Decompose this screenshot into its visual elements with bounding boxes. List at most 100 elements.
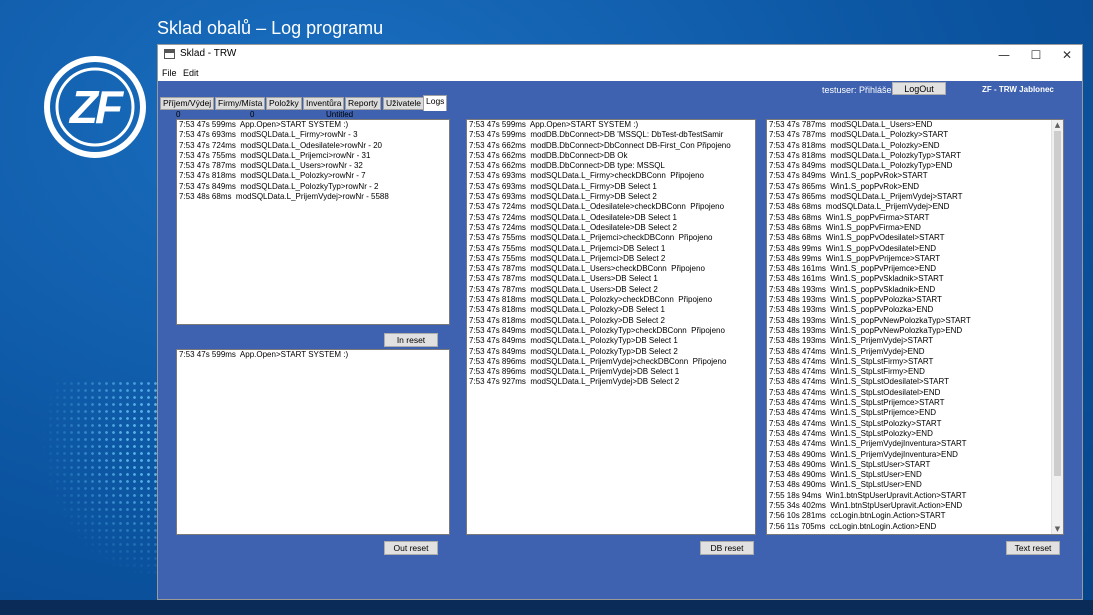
text-log-line: 7:53 48s 490ms Win1.S_StpLstUser>START (769, 459, 931, 469)
text-log-scrollbar[interactable]: ▲ ▼ (1051, 120, 1063, 534)
in-log-line: 7:53 47s 818ms modSQLData.L_Polozky>rowN… (179, 171, 366, 181)
logout-button[interactable]: LogOut (892, 82, 946, 95)
counter-middle: 0 (250, 110, 255, 119)
out-reset-button[interactable]: Out reset (384, 541, 438, 555)
text-log-line: 7:55 34s 402ms Win1.btnStpUserUpravit.Ac… (769, 500, 963, 510)
text-log-line: 7:53 48s 474ms Win1.S_PrijemVydejInventu… (769, 439, 967, 449)
counter-label: Untitled (326, 110, 354, 119)
text-reset-button[interactable]: Text reset (1006, 541, 1060, 555)
tab-firmy-mista[interactable]: Firmy/Místa (215, 97, 266, 110)
main-area: testuser: Přihlášen LogOut ZF - TRW Jabl… (158, 81, 1082, 599)
text-log-line: 7:53 48s 193ms Win1.S_popPvNewPolozkaTyp… (769, 325, 963, 335)
db-log-line: 7:53 47s 787ms modSQLData.L_Users>DB Sel… (469, 274, 658, 284)
in-log-line: 7:53 47s 693ms modSQLData.L_Firmy>rowNr … (179, 130, 358, 140)
text-log-line: 7:55 18s 94ms Win1.btnStpUserUpravit.Act… (769, 490, 967, 500)
in-log-line: 7:53 47s 787ms modSQLData.L_Users>rowNr … (179, 161, 363, 171)
text-log-line: 7:53 48s 474ms Win1.S_StpLstPrijemce>END (769, 408, 936, 418)
db-log-line: 7:53 47s 599ms modDB.DbConnect>DB 'MSSQL… (469, 130, 724, 140)
text-log-line: 7:53 48s 474ms Win1.S_PrijemVydej>END (769, 346, 925, 356)
tab-uzivatele[interactable]: Uživatele (383, 97, 424, 110)
db-log-line: 7:53 47s 755ms modSQLData.L_Prijemci>che… (469, 233, 713, 243)
maximize-button[interactable]: ☐ (1020, 45, 1052, 65)
db-log-line: 7:53 47s 662ms modDB.DbConnect>DbConnect… (469, 140, 731, 150)
text-log-line: 7:53 48s 490ms Win1.S_StpLstUser>END (769, 480, 922, 490)
text-log-line: 7:53 48s 474ms Win1.S_StpLstOdesilatel>S… (769, 377, 950, 387)
tab-inventura[interactable]: Inventůra (303, 97, 345, 110)
in-log-list: 7:53 47s 599ms App.Open>START SYSTEM :) 7… (177, 120, 449, 202)
db-log-line: 7:53 47s 818ms modSQLData.L_Polozky>DB S… (469, 305, 665, 315)
close-button[interactable]: ✕ (1051, 45, 1083, 65)
in-log-line: 7:53 47s 849ms modSQLData.L_PolozkyTyp>r… (179, 181, 379, 191)
text-log-list: 7:53 47s 787ms modSQLData.L_Users>END 7:5… (767, 120, 1063, 532)
svg-text:ZF: ZF (68, 81, 125, 133)
db-reset-button[interactable]: DB reset (700, 541, 754, 555)
in-log-line: 7:53 48s 68ms modSQLData.L_PrijemVydej>r… (179, 192, 389, 202)
minimize-button[interactable]: — (988, 45, 1020, 65)
tab-strip: Příjem/Výdej Firmy/Místa Položky Inventů… (160, 95, 1080, 111)
tab-polozky[interactable]: Položky (266, 97, 302, 110)
text-log-line: 7:53 48s 490ms Win1.S_PrijemVydejInventu… (769, 449, 958, 459)
db-log-line: 7:53 47s 849ms modSQLData.L_PolozkyTyp>c… (469, 325, 725, 335)
text-log-line: 7:53 47s 818ms modSQLData.L_PolozkyTyp>S… (769, 150, 962, 160)
text-log-line: 7:53 48s 193ms Win1.S_popPvNewPolozkaTyp… (769, 315, 971, 325)
text-log-line: 7:53 48s 474ms Win1.S_StpLstOdesilatel>E… (769, 387, 941, 397)
out-log-box[interactable]: 7:53 47s 599ms App.Open>START SYSTEM :) (176, 349, 450, 535)
db-log-line: 7:53 47s 693ms modSQLData.L_Firmy>DB Sel… (469, 192, 657, 202)
db-log-line: 7:53 47s 662ms modDB.DbConnect>DB Ok (469, 150, 628, 160)
in-log-line: 7:53 47s 724ms modSQLData.L_Odesilatele>… (179, 140, 382, 150)
text-log-line: 7:53 48s 474ms Win1.S_StpLstFirmy>END (769, 367, 925, 377)
text-log-line: 7:53 48s 474ms Win1.S_StpLstPolozky>END (769, 428, 933, 438)
text-log-line: 7:53 48s 193ms Win1.S_popPvPolozka>START (769, 295, 942, 305)
company-label: ZF - TRW Jablonec (982, 85, 1054, 94)
db-log-line: 7:53 47s 755ms modSQLData.L_Prijemci>DB … (469, 253, 666, 263)
menu-file[interactable]: File (162, 68, 177, 78)
text-log-line: 7:53 48s 490ms Win1.S_StpLstUser>END (769, 470, 922, 480)
text-log-line: 7:53 47s 849ms Win1.S_popPvRok>START (769, 171, 928, 181)
db-log-line: 7:53 47s 896ms modSQLData.L_PrijemVydej>… (469, 367, 680, 377)
db-log-line: 7:53 47s 662ms modDB.DbConnect>DB type: … (469, 161, 665, 171)
text-log-line: 7:53 47s 865ms modSQLData.L_PrijemVydej>… (769, 192, 963, 202)
tab-prijem-vydej[interactable]: Příjem/Výdej (160, 97, 215, 110)
text-log-line: 7:53 47s 865ms Win1.S_popPvRok>END (769, 181, 920, 191)
text-log-line: 7:53 47s 818ms modSQLData.L_Polozky>END (769, 140, 940, 150)
text-log-line: 7:56 10s 281ms ccLogin.btnLogin.Action>S… (769, 511, 946, 521)
db-log-box[interactable]: 7:53 47s 599ms App.Open>START SYSTEM :) 7… (466, 119, 756, 535)
in-reset-button[interactable]: In reset (384, 333, 438, 347)
text-log-box[interactable]: 7:53 47s 787ms modSQLData.L_Users>END 7:5… (766, 119, 1064, 535)
text-log-line: 7:53 47s 787ms modSQLData.L_Users>END (769, 120, 933, 129)
tab-reporty[interactable]: Reporty (345, 97, 381, 110)
menu-edit[interactable]: Edit (183, 68, 199, 78)
db-log-list: 7:53 47s 599ms App.Open>START SYSTEM :) 7… (467, 120, 755, 388)
db-log-line: 7:53 47s 787ms modSQLData.L_Users>DB Sel… (469, 284, 658, 294)
text-log-line: 7:53 48s 193ms Win1.S_PrijemVydej>START (769, 336, 934, 346)
app-window: Sklad - TRW — ☐ ✕ File Edit testuser: Př… (157, 44, 1083, 600)
in-log-box[interactable]: 7:53 47s 599ms App.Open>START SYSTEM :) 7… (176, 119, 450, 325)
text-log-line: 7:53 48s 68ms Win1.S_popPvFirma>START (769, 212, 930, 222)
db-log-line: 7:53 47s 818ms modSQLData.L_Polozky>chec… (469, 295, 713, 305)
title-bar[interactable]: Sklad - TRW — ☐ ✕ (158, 45, 1082, 65)
db-log-line: 7:53 47s 755ms modSQLData.L_Prijemci>DB … (469, 243, 666, 253)
bottom-strip (0, 600, 1093, 615)
counter-left: 0 (176, 110, 181, 119)
in-log-line: 7:53 47s 755ms modSQLData.L_Prijemci>row… (179, 150, 371, 160)
out-log-list: 7:53 47s 599ms App.Open>START SYSTEM :) (177, 350, 449, 360)
db-log-line: 7:53 47s 927ms modSQLData.L_PrijemVydej>… (469, 377, 680, 387)
text-log-line: 7:53 48s 99ms Win1.S_popPvOdesilatel>END (769, 243, 936, 253)
out-log-line: 7:53 47s 599ms App.Open>START SYSTEM :) (179, 350, 349, 359)
scroll-up-icon[interactable]: ▲ (1052, 120, 1063, 130)
db-log-line: 7:53 47s 849ms modSQLData.L_PolozkyTyp>D… (469, 346, 678, 356)
text-log-line: 7:53 48s 474ms Win1.S_StpLstPrijemce>STA… (769, 398, 945, 408)
text-log-line: 7:53 48s 193ms Win1.S_popPvPolozka>END (769, 305, 934, 315)
tab-logs[interactable]: Logs (423, 95, 448, 111)
db-log-line: 7:53 47s 896ms modSQLData.L_PrijemVydej>… (469, 356, 727, 366)
db-log-line: 7:53 47s 787ms modSQLData.L_Users>checkD… (469, 264, 705, 274)
text-log-line: 7:53 47s 787ms modSQLData.L_Polozky>STAR… (769, 130, 949, 140)
scroll-down-icon[interactable]: ▼ (1052, 524, 1063, 534)
user-status: testuser: Přihlášen (822, 85, 897, 95)
text-log-line: 7:53 48s 474ms Win1.S_StpLstFirmy>START (769, 356, 934, 366)
slide-title: Sklad obalů – Log programu (157, 18, 384, 38)
db-log-line: 7:53 47s 693ms modSQLData.L_Firmy>checkD… (469, 171, 705, 181)
scroll-thumb[interactable] (1054, 131, 1061, 476)
db-log-line: 7:53 47s 693ms modSQLData.L_Firmy>DB Sel… (469, 181, 657, 191)
text-log-line: 7:53 48s 161ms Win1.S_popPvPrijemce>END (769, 264, 936, 274)
